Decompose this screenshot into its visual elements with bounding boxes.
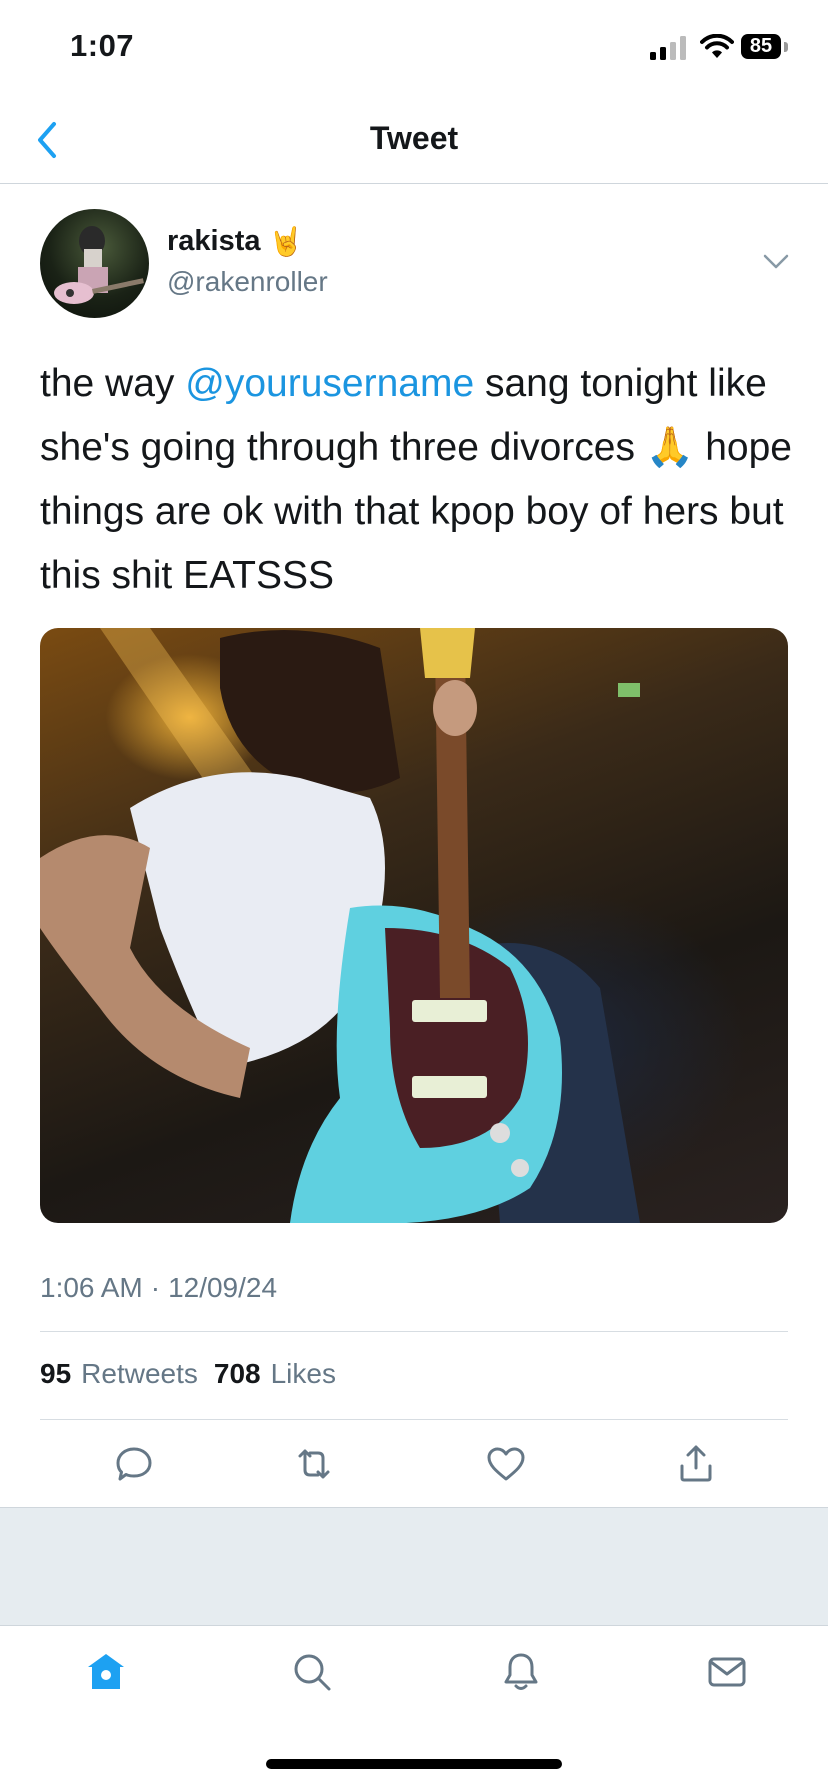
status-time: 1:07 (70, 28, 135, 63)
bell-icon (504, 1653, 538, 1690)
tweet-time: 1:06 AM (40, 1272, 143, 1303)
cellular-signal-icon (650, 36, 686, 60)
tab-messages[interactable] (703, 1648, 751, 1696)
share-icon (680, 1445, 712, 1482)
search-icon (294, 1654, 331, 1691)
author-name[interactable]: rakista 🤘 (167, 225, 303, 258)
tweet-text-start: the way (40, 362, 186, 405)
retweet-button[interactable] (290, 1440, 338, 1488)
page-title: Tweet (369, 120, 459, 156)
tab-home[interactable] (82, 1648, 130, 1696)
retweets-label[interactable]: Retweets (81, 1358, 198, 1390)
rock-hand-emoji: 🤘 (268, 226, 304, 257)
likes-count[interactable]: 708 (214, 1358, 261, 1390)
home-indicator[interactable] (266, 1759, 562, 1769)
battery-level: 85 (741, 34, 781, 59)
tweet-text: the way @yourusername sang tonight like … (40, 352, 800, 608)
home-icon (88, 1654, 124, 1689)
divider (40, 1331, 788, 1332)
tab-search[interactable] (288, 1648, 336, 1696)
reply-icon (116, 1447, 152, 1481)
tab-notifications[interactable] (497, 1648, 545, 1696)
timestamp-separator: · (150, 1272, 161, 1303)
divider (40, 1419, 788, 1420)
avatar[interactable] (40, 209, 149, 318)
author-name-text: rakista (167, 225, 261, 257)
battery-icon: 85 (741, 34, 789, 61)
likes-label[interactable]: Likes (271, 1358, 336, 1390)
tweet-timestamp: 1:06 AM · 12/09/24 (40, 1272, 277, 1304)
mail-icon (708, 1657, 746, 1687)
retweet-icon (298, 1449, 330, 1479)
author-handle[interactable]: @rakenroller (167, 266, 328, 298)
chevron-down-icon[interactable] (762, 252, 790, 272)
mention-link[interactable]: @yourusername (185, 362, 474, 405)
avatar-image (54, 226, 144, 304)
content-separator-band (0, 1507, 828, 1626)
tweet-stats: 95 Retweets 708 Likes (40, 1358, 342, 1390)
like-button[interactable] (482, 1440, 530, 1488)
heart-icon (487, 1447, 525, 1481)
reply-button[interactable] (110, 1440, 158, 1488)
wifi-icon (700, 34, 734, 58)
share-button[interactable] (672, 1440, 720, 1488)
header-divider (0, 183, 828, 184)
battery-cap (784, 42, 788, 52)
retweets-count[interactable]: 95 (40, 1358, 71, 1390)
tweet-image[interactable] (40, 628, 788, 1223)
concert-photo (40, 628, 640, 1223)
tweet-date: 12/09/24 (168, 1272, 278, 1303)
